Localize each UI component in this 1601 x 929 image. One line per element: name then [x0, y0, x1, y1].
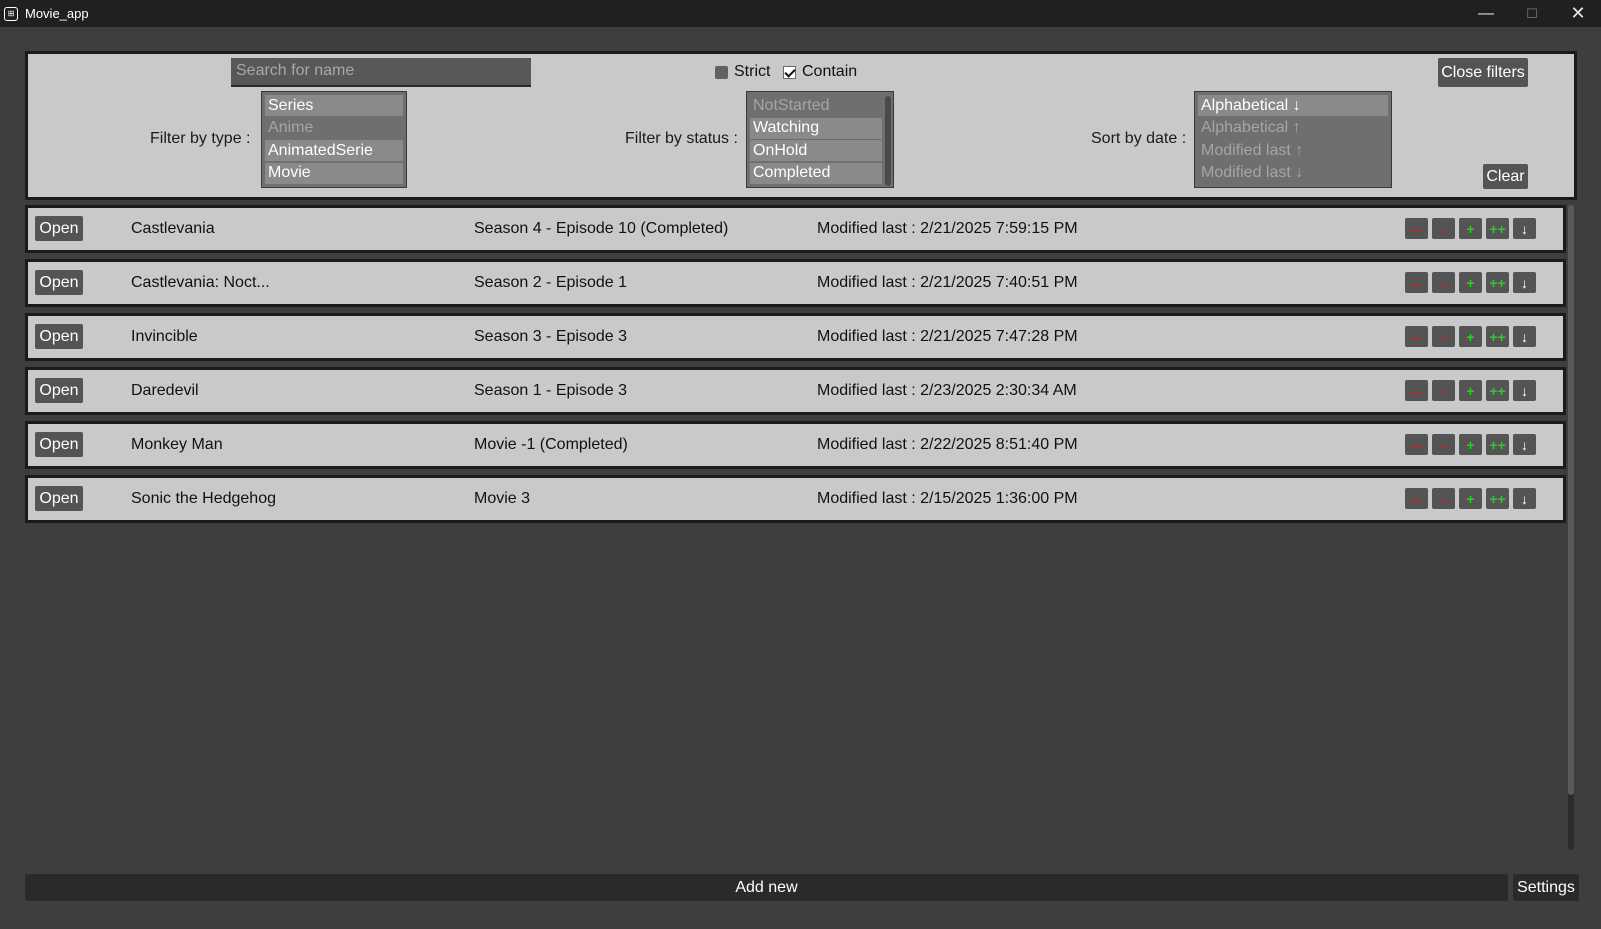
status-scrollbar[interactable]	[885, 96, 891, 186]
increment-button[interactable]: +	[1459, 488, 1482, 509]
sort-option-alpha-down[interactable]: Alphabetical ↓	[1198, 95, 1388, 116]
status-option-notstarted[interactable]: NotStarted	[750, 95, 882, 116]
list-item: Open Monkey Man Movie -1 (Completed) Mod…	[25, 421, 1566, 469]
entry-modified: Modified last : 2/21/2025 7:59:15 PM	[817, 220, 1078, 237]
decrement-button[interactable]: -	[1432, 434, 1455, 455]
type-option-anime[interactable]: Anime	[265, 118, 403, 139]
entry-modified: Modified last : 2/15/2025 1:36:00 PM	[817, 490, 1078, 507]
entry-progress: Movie -1 (Completed)	[474, 436, 628, 453]
decrement-big-button[interactable]: --	[1405, 488, 1428, 509]
type-option-animatedserie[interactable]: AnimatedSerie	[265, 140, 403, 161]
decrement-button[interactable]: -	[1432, 326, 1455, 347]
open-button[interactable]: Open	[35, 270, 83, 295]
decrement-big-button[interactable]: --	[1405, 326, 1428, 347]
decrement-button[interactable]: -	[1432, 272, 1455, 293]
status-option-watching[interactable]: Watching	[750, 117, 882, 139]
status-listbox[interactable]: NotStarted Watching OnHold Completed	[746, 91, 894, 188]
app-icon: ⊞	[4, 6, 18, 21]
increment-big-button[interactable]: ++	[1486, 434, 1509, 455]
entry-name: Invincible	[131, 328, 198, 345]
decrement-button[interactable]: -	[1432, 380, 1455, 401]
expand-arrow-icon[interactable]: ↓	[1513, 434, 1536, 455]
checkbox-unchecked-icon[interactable]	[715, 65, 728, 79]
maximize-icon[interactable]: ☐	[1509, 0, 1555, 27]
window-title: Movie_app	[25, 6, 89, 21]
open-button[interactable]: Open	[35, 378, 83, 403]
decrement-button[interactable]: -	[1432, 218, 1455, 239]
sort-label: Sort by date :	[1091, 130, 1187, 147]
entry-progress: Season 3 - Episode 3	[474, 328, 627, 345]
decrement-big-button[interactable]: --	[1405, 218, 1428, 239]
list-item: Open Castlevania: Noct... Season 2 - Epi…	[25, 259, 1566, 307]
status-option-completed[interactable]: Completed	[750, 162, 882, 184]
entry-modified: Modified last : 2/21/2025 7:47:28 PM	[817, 328, 1078, 345]
entry-name: Monkey Man	[131, 436, 223, 453]
decrement-big-button[interactable]: --	[1405, 272, 1428, 293]
entry-name: Sonic the Hedgehog	[131, 490, 276, 507]
strict-label: Strict	[734, 63, 771, 80]
title-bar: ⊞ Movie_app — ☐ ✕	[0, 0, 1601, 27]
entry-modified: Modified last : 2/21/2025 7:40:51 PM	[817, 274, 1078, 291]
search-input[interactable]: Search for name	[231, 58, 531, 87]
entry-progress: Movie 3	[474, 490, 531, 507]
list-scrollbar[interactable]	[1568, 205, 1574, 850]
contain-label: Contain	[802, 63, 858, 80]
entry-progress: Season 2 - Episode 1	[474, 274, 627, 291]
increment-big-button[interactable]: ++	[1486, 326, 1509, 347]
list-item: Open Castlevania Season 4 - Episode 10 (…	[25, 205, 1566, 253]
entry-progress: Season 4 - Episode 10 (Completed)	[474, 220, 729, 237]
increment-button[interactable]: +	[1459, 218, 1482, 239]
filter-panel: Search for name Strict Contain Close fil…	[25, 51, 1577, 200]
clear-button[interactable]: Clear	[1483, 164, 1528, 189]
sort-listbox[interactable]: Alphabetical ↓ Alphabetical ↑ Modified l…	[1194, 91, 1392, 188]
sort-option-alpha-up[interactable]: Alphabetical ↑	[1198, 118, 1388, 139]
expand-arrow-icon[interactable]: ↓	[1513, 380, 1536, 401]
expand-arrow-icon[interactable]: ↓	[1513, 218, 1536, 239]
increment-big-button[interactable]: ++	[1486, 380, 1509, 401]
close-icon[interactable]: ✕	[1555, 0, 1601, 27]
open-button[interactable]: Open	[35, 486, 83, 511]
scrollbar-thumb[interactable]	[1568, 205, 1574, 795]
type-listbox[interactable]: Series Anime AnimatedSerie Movie	[261, 91, 407, 188]
list-item: Open Sonic the Hedgehog Movie 3 Modified…	[25, 475, 1566, 523]
increment-button[interactable]: +	[1459, 380, 1482, 401]
expand-arrow-icon[interactable]: ↓	[1513, 488, 1536, 509]
type-option-series[interactable]: Series	[265, 95, 403, 116]
checkbox-checked-icon[interactable]	[783, 65, 796, 79]
entry-progress: Season 1 - Episode 3	[474, 382, 627, 399]
decrement-big-button[interactable]: --	[1405, 380, 1428, 401]
entry-modified: Modified last : 2/22/2025 8:51:40 PM	[817, 436, 1078, 453]
increment-big-button[interactable]: ++	[1486, 272, 1509, 293]
entry-name: Castlevania: Noct...	[131, 274, 270, 291]
sort-option-modified-down[interactable]: Modified last ↓	[1198, 163, 1388, 184]
entry-modified: Modified last : 2/23/2025 2:30:34 AM	[817, 382, 1077, 399]
increment-big-button[interactable]: ++	[1486, 488, 1509, 509]
type-option-movie[interactable]: Movie	[265, 162, 403, 184]
minimize-icon[interactable]: —	[1463, 0, 1509, 27]
settings-button[interactable]: Settings	[1513, 874, 1579, 901]
expand-arrow-icon[interactable]: ↓	[1513, 272, 1536, 293]
strict-checkbox[interactable]: Strict	[715, 63, 770, 81]
increment-big-button[interactable]: ++	[1486, 218, 1509, 239]
open-button[interactable]: Open	[35, 216, 83, 241]
decrement-button[interactable]: -	[1432, 488, 1455, 509]
increment-button[interactable]: +	[1459, 434, 1482, 455]
entry-name: Castlevania	[131, 220, 215, 237]
filter-type-label: Filter by type :	[150, 130, 251, 147]
entry-name: Daredevil	[131, 382, 199, 399]
filter-status-label: Filter by status :	[625, 130, 738, 147]
contain-checkbox[interactable]: Contain	[783, 63, 857, 81]
increment-button[interactable]: +	[1459, 326, 1482, 347]
increment-button[interactable]: +	[1459, 272, 1482, 293]
close-filters-button[interactable]: Close filters	[1438, 58, 1528, 87]
open-button[interactable]: Open	[35, 324, 83, 349]
status-option-onhold[interactable]: OnHold	[750, 140, 882, 161]
decrement-big-button[interactable]: --	[1405, 434, 1428, 455]
add-new-button[interactable]: Add new	[25, 874, 1508, 901]
expand-arrow-icon[interactable]: ↓	[1513, 326, 1536, 347]
open-button[interactable]: Open	[35, 432, 83, 457]
sort-option-modified-up[interactable]: Modified last ↑	[1198, 140, 1388, 161]
list-item: Open Daredevil Season 1 - Episode 3 Modi…	[25, 367, 1566, 415]
list-item: Open Invincible Season 3 - Episode 3 Mod…	[25, 313, 1566, 361]
